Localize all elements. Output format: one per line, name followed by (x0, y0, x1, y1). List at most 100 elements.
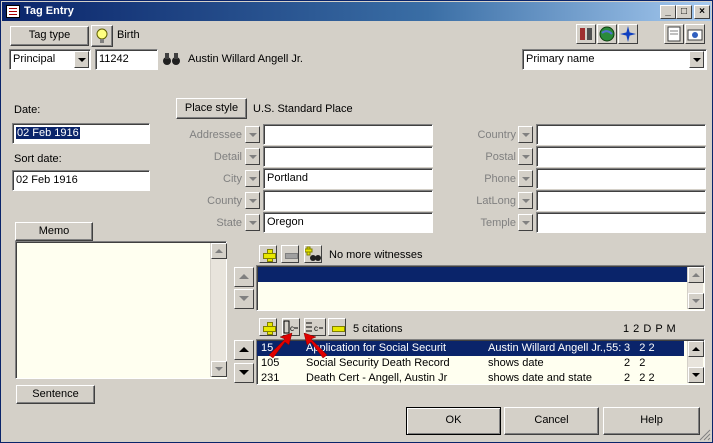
date-label: Date: (14, 104, 41, 116)
postal-label: Postal (485, 151, 516, 163)
principal-role-dropdown-button[interactable] (74, 51, 89, 68)
app-icon (6, 5, 20, 18)
detail-field[interactable] (263, 146, 433, 167)
globe-tool-button[interactable] (597, 24, 617, 44)
city-dropdown-button[interactable] (245, 170, 260, 187)
detail-label: Detail (213, 151, 242, 163)
detail-dropdown-button[interactable] (245, 148, 260, 165)
find-witness-button[interactable] (304, 245, 322, 263)
annotation-arrows (268, 332, 328, 359)
citation-flags: 2 2 2 (624, 372, 655, 384)
memo-button[interactable]: Memo (15, 222, 93, 241)
state-dropdown-button[interactable] (245, 214, 260, 231)
state-label: State (216, 217, 242, 229)
witness-scroll-down-button[interactable] (688, 293, 704, 309)
name-type-value: Primary name (526, 53, 595, 65)
postal-dropdown-button[interactable] (518, 148, 533, 165)
citation-row[interactable]: 231 Death Cert - Angell, Austin Jr shows… (257, 371, 684, 384)
postal-field[interactable] (536, 146, 706, 167)
witness-move-up-button[interactable] (234, 267, 254, 287)
annotation-arrow-left (268, 332, 293, 359)
annotation-arrow-right (303, 332, 328, 359)
witness-status: No more witnesses (329, 249, 423, 261)
principal-role-value: Principal (13, 53, 56, 65)
cancel-button[interactable]: Cancel (504, 407, 599, 435)
media-tool-button[interactable] (685, 24, 705, 44)
latlong-dropdown-button[interactable] (518, 192, 533, 209)
citation-columns-header: 1 2 D P M (623, 323, 676, 335)
place-style-button[interactable]: Place style (176, 98, 247, 119)
phone-field[interactable] (536, 168, 706, 189)
sources-tool-button[interactable] (576, 24, 596, 44)
citation-detail: shows date and state (488, 372, 592, 384)
ok-button[interactable]: OK (406, 407, 501, 435)
memo-scrollbar[interactable] (210, 243, 227, 377)
tag-entry-window: Tag Entry _ □ × Tag type Birth Principal… (0, 0, 713, 443)
citation-detail: shows date (488, 357, 544, 369)
witness-selected-row[interactable] (258, 267, 687, 282)
sort-date-field[interactable]: 02 Feb 1916 (12, 170, 150, 191)
compass-icon (620, 26, 636, 42)
tools-icon (580, 28, 592, 40)
citation-scrollbar[interactable] (687, 341, 704, 383)
citation-flags: 2 2 (624, 357, 646, 369)
add-witness-button[interactable] (259, 245, 277, 263)
name-type-dropdown-button[interactable] (689, 51, 704, 68)
tag-help-button[interactable] (91, 25, 113, 47)
notes-tool-button[interactable] (664, 24, 684, 44)
notepad-icon (667, 26, 681, 42)
temple-label: Temple (480, 217, 516, 229)
citation-scroll-up-button[interactable] (688, 341, 704, 357)
person-name: Austin Willard Angell Jr. (188, 53, 303, 65)
find-person-button[interactable] (161, 49, 183, 70)
title-bar[interactable]: Tag Entry _ □ × (2, 2, 711, 21)
county-field[interactable] (263, 190, 433, 211)
minimize-button[interactable]: _ (660, 5, 676, 19)
tag-type-value: Birth (117, 29, 140, 41)
citation-source: Death Cert - Angell, Austin Jr (306, 372, 448, 384)
city-field[interactable]: Portland (263, 168, 433, 189)
addressee-label: Addressee (189, 129, 242, 141)
globe-icon (599, 26, 615, 42)
place-style-value: U.S. Standard Place (253, 103, 353, 115)
temple-dropdown-button[interactable] (518, 214, 533, 231)
help-button[interactable]: Help (603, 407, 700, 435)
sentence-button[interactable]: Sentence (16, 385, 95, 404)
phone-dropdown-button[interactable] (518, 170, 533, 187)
memo-textarea[interactable] (15, 241, 227, 379)
tag-type-button[interactable]: Tag type (10, 26, 89, 46)
witness-scrollbar[interactable] (687, 267, 704, 309)
memo-scroll-up-button[interactable] (211, 243, 227, 259)
latlong-field[interactable] (536, 190, 706, 211)
county-dropdown-button[interactable] (245, 192, 260, 209)
citation-detail: Austin Willard Angell Jr.,55: (488, 342, 622, 354)
addressee-field[interactable] (263, 124, 433, 145)
addressee-dropdown-button[interactable] (245, 126, 260, 143)
remove-witness-button[interactable] (281, 245, 299, 263)
country-dropdown-button[interactable] (518, 126, 533, 143)
resize-grip-icon[interactable] (698, 428, 711, 441)
memo-scroll-down-button[interactable] (211, 361, 227, 377)
witness-list[interactable] (256, 265, 705, 311)
citation-scroll-down-button[interactable] (688, 367, 704, 383)
add-find-icon (304, 246, 321, 261)
name-type-select[interactable]: Primary name (522, 49, 707, 70)
temple-field[interactable] (536, 212, 706, 233)
sort-date-label: Sort date: (14, 153, 62, 165)
binoculars-icon (163, 53, 180, 65)
maximize-button[interactable]: □ (676, 5, 692, 19)
country-label: Country (477, 129, 516, 141)
date-value: 02 Feb 1916 (16, 127, 80, 139)
camera-icon (687, 29, 703, 41)
citation-move-up-button[interactable] (234, 340, 254, 360)
witness-move-down-button[interactable] (234, 289, 254, 309)
witness-scroll-up-button[interactable] (688, 267, 704, 283)
close-button[interactable]: × (694, 5, 710, 19)
citation-move-down-button[interactable] (234, 363, 254, 383)
compass-tool-button[interactable] (618, 24, 638, 44)
person-id-field[interactable]: 11242 (95, 49, 158, 70)
country-field[interactable] (536, 124, 706, 145)
date-field[interactable]: 02 Feb 1916 (12, 123, 150, 144)
state-field[interactable]: Oregon (263, 212, 433, 233)
lightbulb-icon (96, 28, 108, 43)
